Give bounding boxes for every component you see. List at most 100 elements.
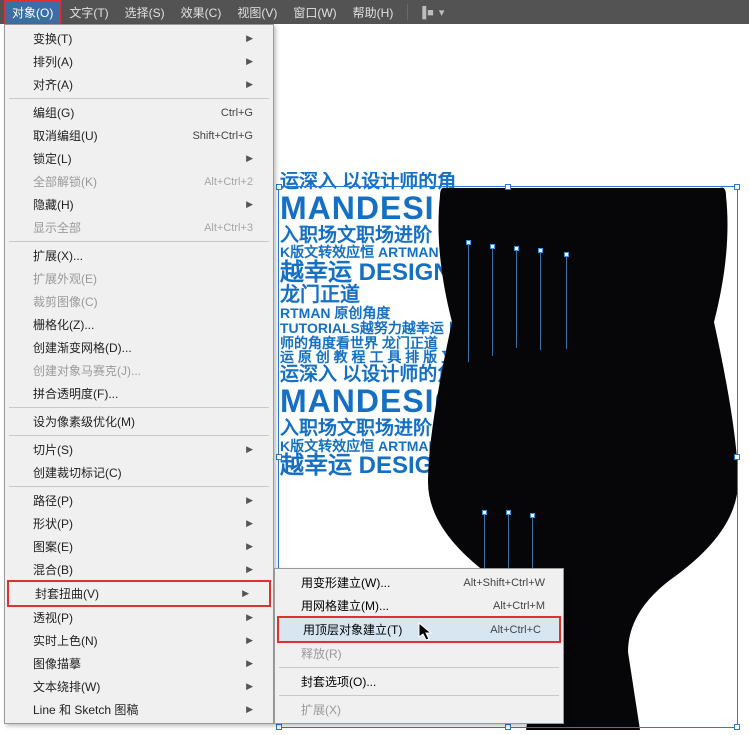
menu-item[interactable]: 拼合透明度(F)... (5, 382, 273, 405)
menu-item-label: 混合(B) (33, 561, 73, 578)
menu-item[interactable]: 排列(A) ▶ (5, 50, 273, 73)
submenu-arrow-icon: ▶ (246, 658, 253, 669)
menu-item[interactable]: 路径(P)▶ (5, 489, 273, 512)
menu-item[interactable]: 栅格化(Z)... (5, 313, 273, 336)
menu-item[interactable]: 图像描摹 ▶ (5, 652, 273, 675)
menu-separator (279, 667, 559, 668)
menu-item[interactable]: 图案(E) ▶ (5, 535, 273, 558)
menu-item-label: 实时上色(N) (33, 632, 98, 649)
menu-shortcut: Alt+Ctrl+C (490, 624, 541, 636)
menu-effect[interactable]: 效果(C) (173, 0, 230, 25)
highlighted-menu-item[interactable]: 封套扭曲(V) ▶ (7, 580, 271, 607)
submenu-arrow-icon: ▶ (246, 704, 253, 715)
menu-item-label: 对齐(A) (33, 76, 73, 93)
submenu-item[interactable]: 用顶层对象建立(T) Alt+Ctrl+C (279, 618, 559, 641)
menu-object[interactable]: 对象(O) (4, 0, 61, 25)
object-menu-dropdown: 变换(T)▶排列(A)▶对齐(A)▶编组(G)Ctrl+G取消编组(U)Shif… (4, 24, 274, 724)
menu-item[interactable]: 混合(B) ▶ (5, 558, 273, 581)
menu-item[interactable]: 对齐(A)▶ (5, 73, 273, 96)
handle-mid-right[interactable] (734, 454, 740, 460)
submenu-arrow-icon: ▶ (246, 541, 253, 552)
submenu-arrow-icon: ▶ (246, 612, 253, 623)
menu-item-label: 编组(G) (33, 104, 74, 121)
submenu-arrow-icon: ▶ (242, 588, 249, 599)
menu-separator (9, 486, 269, 487)
menu-shortcut: Ctrl+G (221, 107, 253, 119)
menu-separator (9, 435, 269, 436)
menu-item-label: 形状(P) (33, 515, 73, 532)
menubar: 对象(O) 文字(T) 选择(S) 效果(C) 视图(V) 窗口(W) 帮助(H… (0, 0, 749, 24)
handle-bottom-left[interactable] (276, 724, 282, 730)
submenu-arrow-icon: ▶ (246, 635, 253, 646)
menu-shortcut: Alt+Shift+Ctrl+W (463, 577, 545, 589)
submenu-item[interactable]: 封套选项(O)... (275, 670, 563, 693)
handle-bottom-right[interactable] (734, 724, 740, 730)
menu-item-label: 排列(A) (33, 53, 73, 70)
handle-top-right[interactable] (734, 184, 740, 190)
submenu-item-label: 封套选项(O)... (301, 673, 376, 690)
menu-item: 全部解锁(K)Alt+Ctrl+2 (5, 170, 273, 193)
menu-item[interactable]: 实时上色(N) ▶ (5, 629, 273, 652)
handle-bottom-mid[interactable] (505, 724, 511, 730)
menu-item-label: 扩展(X)... (33, 247, 83, 264)
submenu-item-label: 扩展(X) (301, 701, 341, 718)
submenu-arrow-icon: ▶ (246, 199, 253, 210)
menu-item-label: 创建对象马赛克(J)... (33, 362, 141, 379)
submenu-item-label: 用顶层对象建立(T) (303, 621, 402, 638)
menu-separator (279, 695, 559, 696)
menu-item-label: 裁剪图像(C) (33, 293, 98, 310)
menu-item-label: 路径(P) (33, 492, 73, 509)
menu-item-label: 拼合透明度(F)... (33, 385, 118, 402)
menu-select[interactable]: 选择(S) (117, 0, 173, 25)
menu-separator (9, 98, 269, 99)
menu-item-label: 栅格化(Z)... (33, 316, 94, 333)
envelope-distort-submenu: 用变形建立(W)...Alt+Shift+Ctrl+W用网格建立(M)...Al… (274, 568, 564, 724)
menu-separator (9, 241, 269, 242)
menu-item[interactable]: 切片(S)▶ (5, 438, 273, 461)
menu-item[interactable]: 取消编组(U)Shift+Ctrl+G (5, 124, 273, 147)
menu-item-label: 扩展外观(E) (33, 270, 97, 287)
handle-top-left[interactable] (276, 184, 282, 190)
handle-mid-left[interactable] (276, 454, 282, 460)
menu-item[interactable]: 锁定(L)▶ (5, 147, 273, 170)
menu-item[interactable]: 设为像素级优化(M) (5, 410, 273, 433)
submenu-arrow-icon: ▶ (246, 153, 253, 164)
menu-item[interactable]: 创建渐变网格(D)... (5, 336, 273, 359)
menu-item[interactable]: 创建裁切标记(C) (5, 461, 273, 484)
menu-item-label: 图案(E) (33, 538, 73, 555)
menu-item[interactable]: 形状(P) ▶ (5, 512, 273, 535)
menu-shortcut: Alt+Ctrl+2 (204, 176, 253, 188)
menu-item[interactable]: 隐藏(H) ▶ (5, 193, 273, 216)
menu-shortcut: Shift+Ctrl+G (192, 130, 253, 142)
menu-item[interactable]: Line 和 Sketch 图稿▶ (5, 698, 273, 721)
menu-item: 创建对象马赛克(J)... (5, 359, 273, 382)
menu-item[interactable]: 编组(G) Ctrl+G (5, 101, 273, 124)
submenu-arrow-icon: ▶ (246, 33, 253, 44)
menu-item[interactable]: 封套扭曲(V) ▶ (9, 582, 269, 605)
submenu-item-label: 释放(R) (301, 645, 342, 662)
submenu-arrow-icon: ▶ (246, 518, 253, 529)
submenu-item[interactable]: 用变形建立(W)...Alt+Shift+Ctrl+W (275, 571, 563, 594)
submenu-arrow-icon: ▶ (246, 564, 253, 575)
submenu-arrow-icon: ▶ (246, 56, 253, 67)
menu-item[interactable]: 扩展(X)... (5, 244, 273, 267)
submenu-arrow-icon: ▶ (246, 681, 253, 692)
menu-help[interactable]: 帮助(H) (345, 0, 402, 25)
menu-view[interactable]: 视图(V) (229, 0, 285, 25)
workspace-switcher-icon[interactable]: ▐■ ▾ (414, 6, 449, 19)
menu-window[interactable]: 窗口(W) (285, 0, 344, 25)
submenu-arrow-icon: ▶ (246, 444, 253, 455)
menu-item-label: 图像描摹 (33, 655, 81, 672)
menu-item-label: 隐藏(H) (33, 196, 74, 213)
menu-item-label: 封套扭曲(V) (35, 585, 99, 602)
menu-type[interactable]: 文字(T) (61, 0, 116, 25)
menu-item[interactable]: 透视(P)▶ (5, 606, 273, 629)
highlighted-submenu-item[interactable]: 用顶层对象建立(T) Alt+Ctrl+C (277, 616, 561, 643)
menu-item[interactable]: 文本绕排(W)▶ (5, 675, 273, 698)
menu-item: 显示全部Alt+Ctrl+3 (5, 216, 273, 239)
submenu-item[interactable]: 用网格建立(M)...Alt+Ctrl+M (275, 594, 563, 617)
menu-item[interactable]: 变换(T)▶ (5, 27, 273, 50)
handle-top-mid[interactable] (505, 184, 511, 190)
menu-item-label: 创建裁切标记(C) (33, 464, 122, 481)
menu-item-label: 显示全部 (33, 219, 81, 236)
